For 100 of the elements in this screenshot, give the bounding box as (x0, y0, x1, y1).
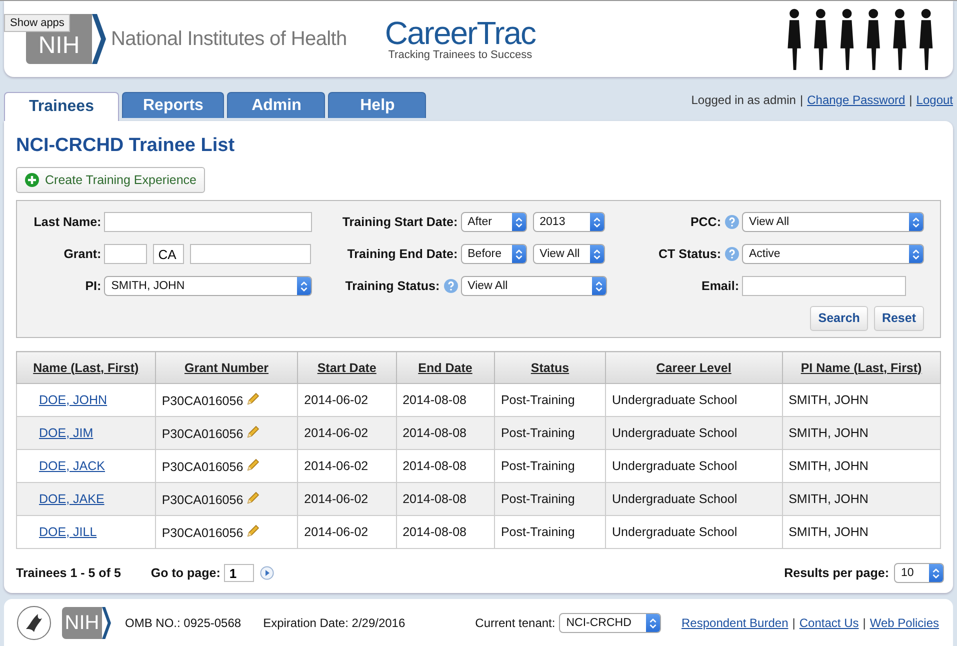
text-field[interactable] (104, 212, 312, 232)
pencil-icon[interactable] (246, 458, 260, 472)
footer-link[interactable]: Contact Us (799, 616, 859, 630)
account-link[interactable]: Change Password (807, 93, 906, 107)
pencil-icon[interactable] (246, 392, 260, 406)
nav-tab[interactable]: Reports (122, 92, 224, 118)
tooltip: Show apps (4, 14, 70, 32)
dropdown[interactable]: SMITH, JOHN (104, 276, 312, 296)
field-label: Training End Date: (347, 247, 458, 261)
column-header[interactable]: Status (494, 352, 606, 384)
dropdown[interactable]: NCI-CRCHD (559, 613, 662, 633)
updown-caret-icon (649, 618, 658, 628)
nav-tab[interactable]: Help (328, 92, 426, 118)
updown-caret-icon (514, 248, 523, 260)
updown-caret-icon (592, 216, 601, 228)
table-cell: 2014-06-02 (304, 525, 368, 539)
table-cell: Undergraduate School (612, 393, 738, 407)
dropdown[interactable]: View All (460, 276, 607, 296)
table-cell: Post-Training (500, 525, 575, 539)
table-cell: Undergraduate School (612, 459, 738, 473)
text-field[interactable]: CA (153, 244, 184, 264)
updown-caret-icon (912, 248, 920, 260)
table-cell: P30CA016056 (162, 526, 244, 540)
org-name: National Institutes of Health (111, 28, 347, 50)
table-cell: SMITH, JOHN (788, 393, 868, 407)
filter-button[interactable]: Reset (874, 306, 924, 330)
table-cell: Undergraduate School (612, 426, 738, 440)
table-cell: 2014-08-08 (402, 525, 467, 539)
login-status: Logged in as admin (691, 93, 796, 107)
table-cell: SMITH, JOHN (788, 492, 868, 506)
omb-number: OMB NO.: 0925-0568 (125, 616, 242, 630)
next-icon[interactable] (260, 566, 274, 580)
trainee-link[interactable]: DOE, JILL (39, 525, 97, 539)
column-header[interactable]: Grant Number (155, 352, 298, 384)
pencil-icon[interactable] (246, 425, 260, 439)
updown-caret-icon (912, 216, 920, 228)
per-page-label: Results per page: (784, 566, 889, 580)
table-cell: 2014-06-02 (304, 459, 368, 473)
field-label: Training Start Date: (342, 215, 458, 229)
tenant-label: Current tenant: (475, 616, 556, 630)
dropdown[interactable]: Before (460, 244, 527, 264)
dropdown[interactable]: 10 (894, 563, 944, 583)
table-cell: Post-Training (500, 459, 575, 473)
page-field[interactable]: 1 (224, 564, 254, 582)
link-separator: | (909, 93, 912, 107)
text-field[interactable] (190, 244, 312, 264)
dropdown[interactable]: View All (742, 212, 924, 232)
field-label: Grant: (64, 247, 102, 261)
account-link[interactable]: Logout (916, 93, 953, 107)
pencil-icon[interactable] (246, 524, 260, 538)
table-cell: Post-Training (500, 426, 575, 440)
trainee-link[interactable]: DOE, JAKE (39, 492, 104, 506)
field-label: Training Status: (345, 279, 440, 293)
text-field[interactable] (104, 244, 148, 264)
trainee-link[interactable]: DOE, JIM (39, 426, 94, 440)
table-cell: 2014-08-08 (402, 426, 467, 440)
goto-label: Go to page: (150, 566, 220, 580)
app-title: CareerTrac (384, 17, 536, 49)
nav-tab[interactable]: Admin (227, 92, 326, 118)
field-label: Last Name: (34, 215, 102, 229)
field-label: CT Status: (658, 247, 721, 261)
column-header[interactable]: Start Date (298, 352, 396, 384)
updown-caret-icon (300, 280, 308, 292)
updown-caret-icon (932, 568, 940, 578)
table-cell: 2014-08-08 (402, 459, 467, 473)
dropdown[interactable]: View All (532, 244, 605, 264)
app-tagline: Tracking Trainees to Success (388, 49, 532, 61)
table-cell: SMITH, JOHN (788, 426, 868, 440)
link-separator: | (800, 93, 804, 107)
table-cell: Undergraduate School (612, 492, 738, 506)
table-cell: 2014-06-02 (304, 492, 368, 506)
text-field[interactable] (742, 276, 906, 296)
updown-caret-icon (594, 280, 603, 292)
column-header[interactable]: Career Level (606, 352, 782, 384)
dropdown[interactable]: Active (742, 244, 924, 264)
table-cell: 2014-08-08 (402, 393, 467, 407)
result-count: Trainees 1 - 5 of 5 (16, 566, 121, 580)
table-cell: Post-Training (500, 393, 575, 407)
nav-tab[interactable]: Trainees (4, 92, 119, 121)
footer-link[interactable]: Respondent Burden (682, 616, 788, 630)
pencil-icon[interactable] (246, 491, 260, 505)
plus-icon (25, 173, 39, 187)
link-separator: | (792, 616, 796, 630)
column-header[interactable]: End Date (396, 352, 494, 384)
table-cell: P30CA016056 (162, 394, 244, 408)
table-cell: 2014-06-02 (304, 426, 368, 440)
dropdown[interactable]: After (460, 212, 527, 232)
table-cell: SMITH, JOHN (788, 525, 868, 539)
footer-link[interactable]: Web Policies (870, 616, 939, 630)
field-label: PI: (85, 279, 102, 293)
dropdown[interactable]: 2013 (532, 212, 605, 232)
column-header[interactable]: Name (Last, First) (16, 352, 156, 384)
table-cell: P30CA016056 (162, 460, 244, 474)
table-cell: Post-Training (500, 492, 575, 506)
column-header[interactable]: PI Name (Last, First) (782, 352, 940, 384)
create-button[interactable]: Create Training Experience (16, 167, 206, 193)
help-icon (444, 279, 458, 293)
filter-button[interactable]: Search (810, 306, 868, 330)
table-cell: Undergraduate School (612, 525, 738, 539)
table-cell: 2014-08-08 (402, 492, 467, 506)
